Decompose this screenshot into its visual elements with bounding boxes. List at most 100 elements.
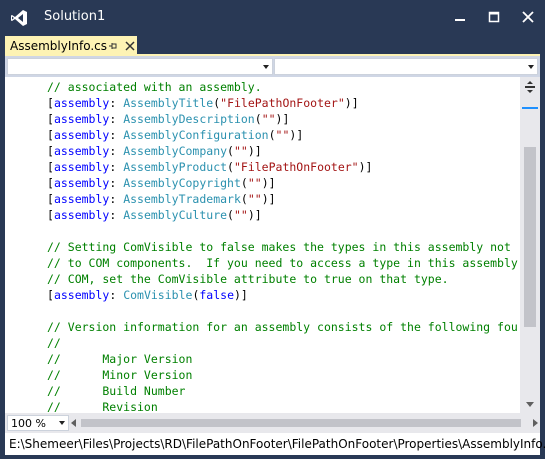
code-token: : <box>109 112 124 126</box>
code-line: [assembly: AssemblyCopyright("")] <box>47 175 518 191</box>
close-window-button[interactable] <box>511 0 545 34</box>
code-token: )] <box>247 144 262 158</box>
file-path-footer: E:\Shemeer\Files\Projects\RD\FilePathOnF… <box>5 433 545 455</box>
code-token: "" <box>247 192 262 206</box>
code-token: : <box>109 288 124 302</box>
code-token: assembly <box>53 96 110 110</box>
code-token: : <box>109 176 124 190</box>
code-token: "" <box>261 112 276 126</box>
code-token: "" <box>247 176 262 190</box>
minimize-button[interactable] <box>443 0 477 34</box>
code-line: [assembly: AssemblyCompany("")] <box>47 143 518 159</box>
vertical-scrollbar[interactable] <box>520 77 540 413</box>
code-token: [ <box>47 144 54 158</box>
code-line: // <box>47 335 518 351</box>
title-bar[interactable]: Solution1 <box>0 0 545 34</box>
code-token: // Setting ComVisible to false makes the… <box>47 240 511 254</box>
code-token: "FilePathOnFooter" <box>220 96 345 110</box>
document-tab-well: AssemblyInfo.cs <box>0 34 545 56</box>
code-editor[interactable]: // associated with an assembly. [assembly… <box>5 77 520 413</box>
code-line: [assembly: AssemblyTrademark("")] <box>47 191 518 207</box>
code-line: [assembly: ComVisible(false)] <box>47 287 518 303</box>
code-token: )] <box>275 112 290 126</box>
code-token: : <box>109 128 124 142</box>
code-token: )] <box>358 160 373 174</box>
maximize-button[interactable] <box>477 0 511 34</box>
code-token: AssemblyDescription <box>123 112 255 126</box>
code-line: // Build Number <box>47 383 518 399</box>
members-dropdown[interactable] <box>274 58 538 75</box>
code-token: ( <box>227 144 234 158</box>
chevron-down-icon <box>263 65 269 69</box>
scroll-right-arrow-icon[interactable] <box>533 419 538 427</box>
file-path-text: E:\Shemeer\Files\Projects\RD\FilePathOnF… <box>9 437 545 451</box>
code-token: "" <box>233 208 248 222</box>
code-token: assembly <box>53 176 110 190</box>
tab-close-icon[interactable] <box>124 40 136 52</box>
code-line: // Major Version <box>47 351 518 367</box>
code-token: // Revision <box>47 400 158 413</box>
vertical-scroll-thumb[interactable] <box>524 147 536 327</box>
code-line: // Setting ComVisible to false makes the… <box>47 239 518 255</box>
code-token: // Version information for an assembly c… <box>47 320 518 334</box>
code-token: [ <box>47 176 54 190</box>
code-token: AssemblyCompany <box>123 144 228 158</box>
code-token: assembly <box>53 288 110 302</box>
navigation-bar <box>5 56 540 77</box>
code-text[interactable]: // associated with an assembly. [assembly… <box>47 79 518 413</box>
code-token: AssemblyCulture <box>123 208 228 222</box>
close-icon <box>522 11 534 23</box>
zoom-value: 100 % <box>11 417 46 430</box>
code-token: AssemblyCopyright <box>123 176 241 190</box>
code-token: ( <box>240 176 248 190</box>
code-token: ( <box>254 112 262 126</box>
code-token: "" <box>233 144 248 158</box>
code-token: ( <box>227 208 234 222</box>
code-token: AssemblyTrademark <box>123 192 241 206</box>
code-token: false <box>199 288 234 302</box>
ide-window: Solution1 AssemblyInfo.cs // associated … <box>0 0 545 459</box>
scroll-down-arrow-icon[interactable] <box>526 402 534 407</box>
code-line: // associated with an assembly. <box>47 79 518 95</box>
code-token: // Major Version <box>47 352 193 366</box>
code-token: : <box>109 96 124 110</box>
editor-bottom-bar: 100 % <box>5 413 540 433</box>
maximize-icon <box>488 11 500 23</box>
code-token: : <box>109 192 124 206</box>
code-token: : <box>109 208 124 222</box>
tab-assemblyinfo[interactable]: AssemblyInfo.cs <box>5 36 137 56</box>
horizontal-scroll-thumb[interactable] <box>81 419 521 427</box>
code-token: [ <box>47 288 54 302</box>
pin-icon[interactable] <box>107 40 119 52</box>
tab-label: AssemblyInfo.cs <box>10 39 108 53</box>
code-token: )] <box>261 192 276 206</box>
code-token: // Minor Version <box>47 368 193 382</box>
zoom-dropdown[interactable]: 100 % <box>7 415 69 431</box>
types-dropdown[interactable] <box>7 58 273 75</box>
code-token: ( <box>227 160 234 174</box>
code-line: [assembly: AssemblyDescription("")] <box>47 111 518 127</box>
split-icon <box>525 81 535 93</box>
horizontal-scrollbar[interactable] <box>71 415 538 431</box>
code-token: assembly <box>53 208 110 222</box>
code-token: )] <box>234 288 248 302</box>
code-token: // Build Number <box>47 384 186 398</box>
code-token: assembly <box>53 192 110 206</box>
code-token: : <box>109 144 124 158</box>
code-line: // to COM components. If you need to acc… <box>47 255 518 271</box>
code-token: assembly <box>53 160 110 174</box>
code-token: [ <box>47 128 54 142</box>
code-token: )] <box>289 128 304 142</box>
code-token: AssemblyConfiguration <box>123 128 269 142</box>
scroll-left-arrow-icon[interactable] <box>71 419 76 427</box>
code-line: // Minor Version <box>47 367 518 383</box>
minimize-icon <box>455 19 465 21</box>
split-window-button[interactable] <box>522 79 538 95</box>
code-token: ComVisible <box>123 288 193 302</box>
window-title: Solution1 <box>44 9 106 24</box>
editor-margin <box>5 77 25 413</box>
code-line: [assembly: AssemblyProduct("FilePathOnFo… <box>47 159 518 175</box>
code-line: // Version information for an assembly c… <box>47 319 518 335</box>
